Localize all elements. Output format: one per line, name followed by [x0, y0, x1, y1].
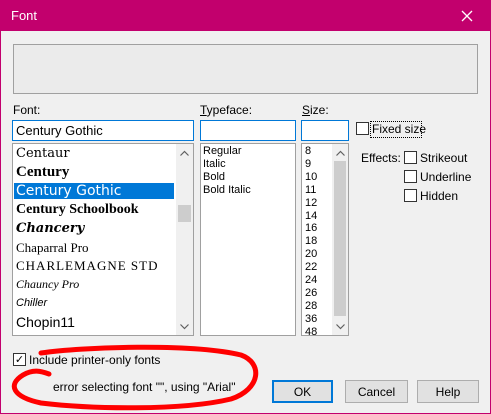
typeface-list-item[interactable]: Bold Italic: [202, 184, 251, 196]
title-bar: Font: [1, 1, 490, 31]
size-list-item[interactable]: 36: [303, 313, 317, 325]
underline-checkbox[interactable]: [404, 170, 417, 183]
size-list-item[interactable]: 48: [303, 326, 317, 335]
help-button[interactable]: Help: [417, 380, 479, 403]
font-list-item[interactable]: Century Gothic: [14, 183, 174, 199]
font-list-item[interactable]: Centaur: [14, 146, 72, 161]
effects-label: Effects:: [361, 151, 401, 165]
size-list-item[interactable]: 18: [303, 235, 317, 247]
font-list[interactable]: Chopin11 Chiller Chauncy Pro CHARLEMAGNE ST…: [12, 143, 194, 336]
focus-rectangle: [370, 121, 422, 138]
size-list-item[interactable]: 14: [303, 210, 317, 222]
strikeout-checkbox[interactable]: [404, 151, 417, 164]
font-list-item[interactable]: Century: [14, 164, 71, 181]
typeface-list-item[interactable]: Bold: [202, 171, 225, 183]
size-list-item[interactable]: 20: [303, 248, 317, 260]
size-list-item[interactable]: 28: [303, 300, 317, 312]
font-preview: [13, 44, 478, 94]
typeface-list[interactable]: Regular Italic Bold Bold Italic: [200, 143, 296, 336]
size-list[interactable]: 48 36 28 26 24 22 20 18 16 14 12 11 10 9 8: [301, 143, 349, 336]
close-button[interactable]: [444, 1, 490, 31]
font-name-input[interactable]: Century Gothic: [12, 120, 194, 141]
scroll-down-icon[interactable]: [176, 318, 193, 335]
font-list-item[interactable]: Chancery: [14, 221, 86, 236]
font-list-item[interactable]: Century Schoolbook: [14, 202, 141, 218]
size-list-item[interactable]: 22: [303, 261, 317, 273]
typeface-list-item[interactable]: Regular: [202, 145, 242, 157]
font-list-item[interactable]: Chauncy Pro: [14, 277, 81, 292]
font-list-item[interactable]: Chopin11: [14, 314, 77, 330]
size-list-item[interactable]: 10: [303, 171, 317, 183]
size-list-item[interactable]: 8: [303, 145, 311, 157]
font-list-scrollbar[interactable]: [176, 144, 193, 335]
size-list-item[interactable]: 24: [303, 274, 317, 286]
hidden-checkbox[interactable]: [404, 189, 417, 202]
red-annotation-scribble: [11, 344, 259, 411]
size-list-item[interactable]: 9: [303, 158, 311, 170]
size-list-item[interactable]: 16: [303, 222, 317, 234]
font-list-item[interactable]: Chiller: [14, 297, 49, 309]
window-title: Font: [11, 8, 38, 23]
font-label: Font:: [13, 103, 41, 117]
size-label: Size:: [302, 103, 329, 117]
strikeout-label: Strikeout: [420, 151, 468, 165]
cancel-button[interactable]: Cancel: [345, 380, 408, 403]
size-list-item[interactable]: 12: [303, 197, 317, 209]
typeface-input[interactable]: [200, 120, 296, 141]
font-dialog: Font Font: Century Gothic Chopin11 Chille…: [0, 0, 491, 414]
size-input[interactable]: [301, 120, 349, 141]
size-list-item[interactable]: 11: [303, 184, 316, 196]
typeface-label: Typeface:: [200, 103, 253, 117]
fixed-size-checkbox[interactable]: [356, 122, 369, 135]
scroll-down-icon[interactable]: [332, 318, 348, 335]
close-icon: [461, 10, 473, 22]
size-list-scroll-thumb[interactable]: [334, 161, 346, 316]
hidden-label: Hidden: [420, 189, 459, 203]
scroll-up-icon[interactable]: [332, 144, 348, 161]
scroll-up-icon[interactable]: [176, 144, 193, 161]
size-list-item[interactable]: 26: [303, 287, 317, 299]
ok-button[interactable]: OK: [272, 380, 333, 403]
underline-label: Underline: [420, 170, 472, 184]
typeface-list-item[interactable]: Italic: [202, 158, 226, 170]
font-list-item[interactable]: Chaparral Pro: [14, 240, 91, 256]
size-list-scrollbar[interactable]: [332, 144, 348, 335]
font-list-scroll-thumb[interactable]: [178, 205, 191, 222]
font-list-item[interactable]: CHARLEMAGNE STD: [14, 258, 160, 274]
